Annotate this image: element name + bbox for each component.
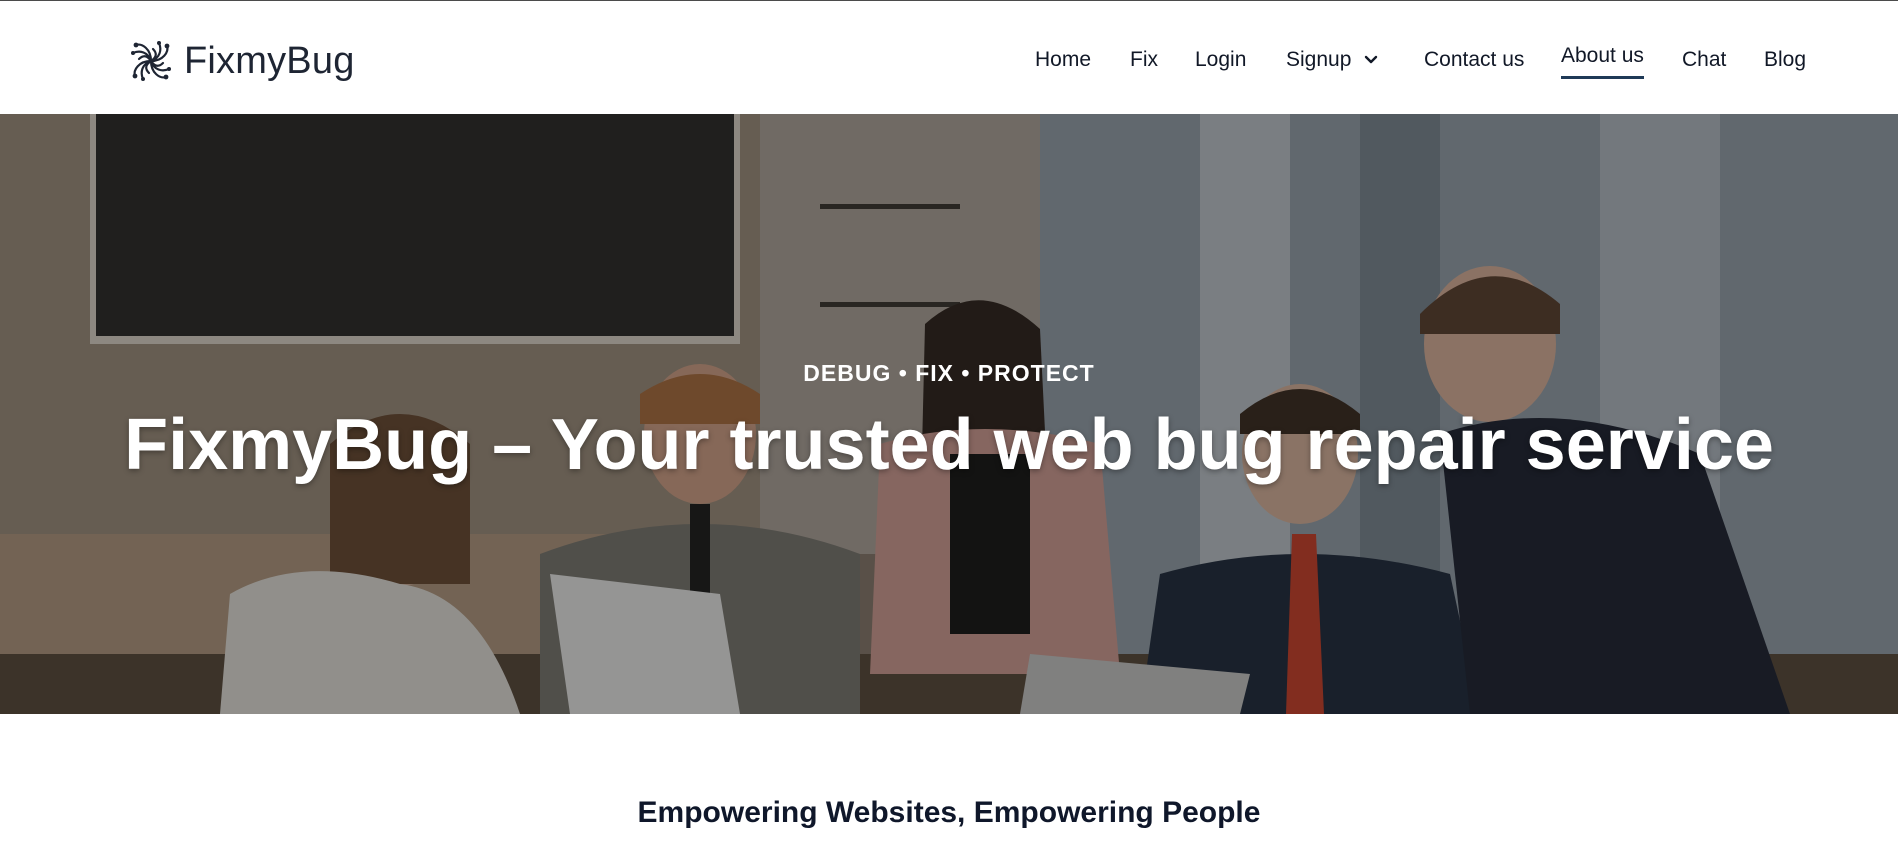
nav-login[interactable]: Login <box>1195 45 1246 75</box>
nav-home[interactable]: Home <box>1035 45 1091 75</box>
nav-blog[interactable]: Blog <box>1764 45 1806 75</box>
active-underline <box>1561 76 1644 79</box>
chevron-down-icon[interactable] <box>1361 50 1381 70</box>
hero-banner: DEBUG • FIX • PROTECT FixmyBug – Your tr… <box>0 114 1898 714</box>
nav-fix[interactable]: Fix <box>1130 45 1158 75</box>
nav-signup[interactable]: Signup <box>1286 45 1351 75</box>
main-nav: Home Fix Login Signup Contact us About u… <box>0 44 1898 79</box>
site-header: FixmyBug Home Fix Login Signup Contact u… <box>0 1 1898 114</box>
section-title: Empowering Websites, Empowering People <box>637 796 1261 829</box>
nav-about-us[interactable]: About us <box>1561 41 1644 79</box>
nav-contact-us[interactable]: Contact us <box>1424 45 1524 75</box>
hero-eyebrow: DEBUG • FIX • PROTECT <box>803 360 1095 386</box>
hero-title: FixmyBug – Your trusted web bug repair s… <box>124 405 1774 485</box>
nav-chat[interactable]: Chat <box>1682 45 1726 75</box>
nav-about-us-label: About us <box>1561 44 1644 67</box>
